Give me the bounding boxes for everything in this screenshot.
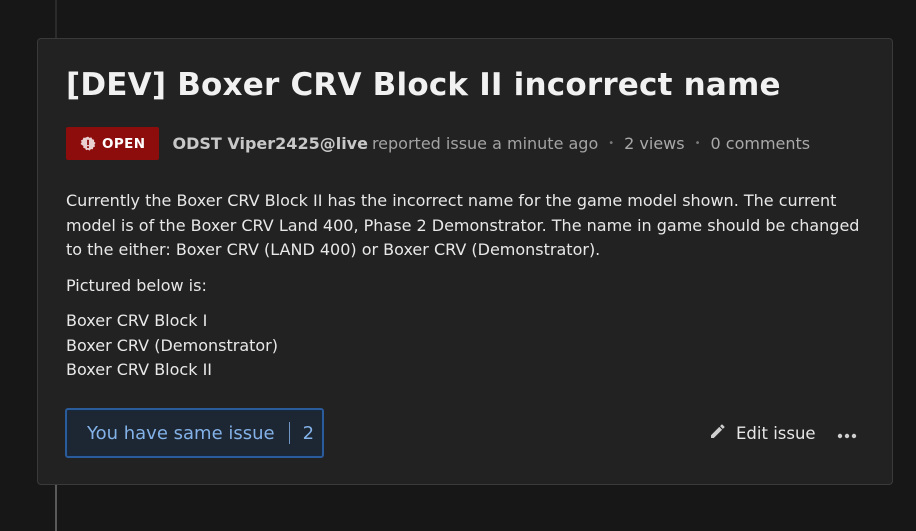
issue-card: [DEV] Boxer CRV Block II incorrect name … xyxy=(37,38,893,485)
ellipsis-icon xyxy=(837,424,857,443)
views-count: 2 views xyxy=(624,134,685,153)
same-issue-count: 2 xyxy=(302,422,315,444)
list-item: Boxer CRV Block II xyxy=(66,360,212,379)
gear-icon xyxy=(80,136,96,152)
divider xyxy=(288,422,290,444)
separator-dot: • xyxy=(694,138,701,149)
description-paragraph: Currently the Boxer CRV Block II has the… xyxy=(66,191,860,259)
comments-count[interactable]: 0 comments xyxy=(711,134,811,153)
status-badge: OPEN xyxy=(66,127,159,160)
separator-dot: • xyxy=(608,138,615,149)
reported-time: reported issue a minute ago xyxy=(371,134,599,153)
list-item: Boxer CRV (Demonstrator) xyxy=(66,335,278,355)
timeline-connector xyxy=(55,484,57,531)
issue-description: Currently the Boxer CRV Block II has the… xyxy=(66,189,866,383)
same-issue-label: You have same issue xyxy=(87,422,275,444)
status-label: OPEN xyxy=(102,135,146,152)
description-paragraph: Pictured below is: xyxy=(66,275,207,295)
more-options-button[interactable] xyxy=(835,420,859,446)
list-item: Boxer CRV Block I xyxy=(66,311,208,330)
issue-title: [DEV] Boxer CRV Block II incorrect name xyxy=(66,67,781,103)
pencil-icon xyxy=(709,422,727,444)
author-link[interactable]: ODST Viper2425@live xyxy=(173,134,368,153)
edit-issue-label: Edit issue xyxy=(736,423,816,443)
vehicle-list: Boxer CRV Block I Boxer CRV (Demonstrato… xyxy=(66,309,866,383)
same-issue-button[interactable]: You have same issue 2 xyxy=(65,408,324,458)
issue-meta: OPEN ODST Viper2425@live reported issue … xyxy=(66,127,810,160)
edit-issue-button[interactable]: Edit issue xyxy=(709,420,816,446)
